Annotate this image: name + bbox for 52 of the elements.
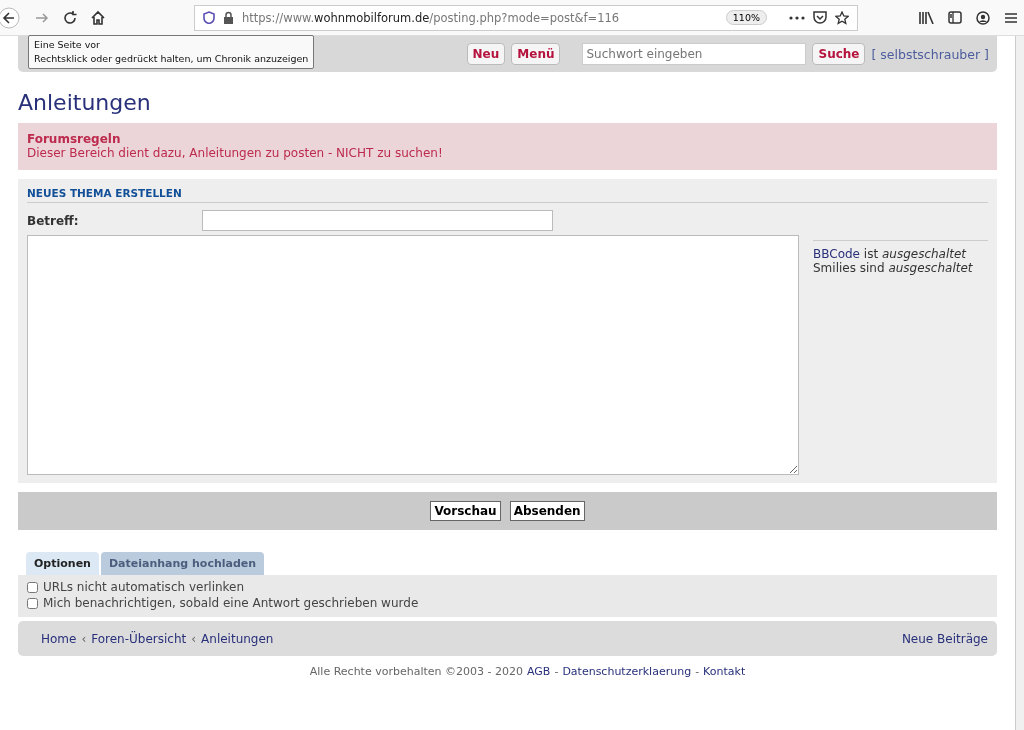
star-icon[interactable] <box>835 10 849 25</box>
footer-link[interactable]: Datenschutzerklaerung <box>562 665 692 678</box>
pocket-icon[interactable] <box>813 11 827 24</box>
library-icon[interactable] <box>919 11 934 24</box>
sidebar-icon[interactable] <box>948 11 962 24</box>
url-text: https://www.wohnmobilforum.de/posting.php?mode=post&f=116 <box>242 10 621 25</box>
tooltip-text: Rechtsklick oder gedrückt halten, um Chronik anzuzeigen <box>34 52 309 66</box>
page-title: Anleitungen <box>18 90 152 115</box>
menu-icon[interactable] <box>1004 11 1018 24</box>
format-status-text: BBCode ist ausgeschaltet <box>813 247 968 261</box>
footer-link[interactable]: Kontakt <box>703 665 746 678</box>
footer-text: Alle Rechte vorbehalten ©2003 - 2020 <box>309 665 523 678</box>
header-button[interactable]: Neu <box>466 43 506 65</box>
breadcrumb-separator: ‹ <box>191 631 197 646</box>
rules-title: Forumsregeln <box>27 132 122 146</box>
footer-link[interactable]: AGB <box>527 665 551 678</box>
checkbox[interactable] <box>27 597 38 609</box>
header-button[interactable]: Menü <box>511 43 561 65</box>
footer-text: - <box>695 665 700 678</box>
tab[interactable]: Optionen <box>26 552 99 575</box>
more-icon[interactable] <box>789 14 805 21</box>
format-status-text: Smilies sind ausgeschaltet <box>813 261 974 275</box>
form-heading: NEUES THEMA ERSTELLEN <box>27 187 988 203</box>
subject-field[interactable] <box>202 210 553 231</box>
account-icon[interactable] <box>976 10 990 25</box>
subject-label: Betreff: <box>27 213 80 228</box>
new-posts-link[interactable]: Neue Beiträge <box>901 631 988 646</box>
search-field[interactable]: Suchwort eingeben <box>582 43 807 65</box>
tooltip-text: Eine Seite vor <box>34 38 101 52</box>
shield-icon[interactable] <box>203 11 215 24</box>
scrollbar[interactable] <box>1015 36 1024 730</box>
home-icon[interactable] <box>90 9 106 26</box>
tab[interactable]: Dateianhang hochladen <box>100 552 265 575</box>
search-button[interactable]: Suche <box>812 43 866 65</box>
breadcrumb-link[interactable]: Home <box>41 631 77 646</box>
lock-icon <box>223 11 234 24</box>
option-label: Mich benachrichtigen, sobald eine Antwort geschrieben wurde <box>43 596 419 610</box>
submit-button[interactable]: Absenden <box>509 501 585 521</box>
back-icon[interactable] <box>0 6 22 29</box>
rules-text: Dieser Bereich dient dazu, Anleitungen zu posten - NICHT zu suchen! <box>27 146 444 160</box>
breadcrumb-link[interactable]: Anleitungen <box>201 631 274 646</box>
user-link[interactable]: [ selbstschrauber ] <box>871 46 989 62</box>
submit-button[interactable]: Vorschau <box>430 501 501 521</box>
breadcrumb-link[interactable]: Foren-Übersicht <box>91 631 187 646</box>
bbcode-link[interactable]: BBCode <box>813 247 860 261</box>
checkbox[interactable] <box>27 581 38 593</box>
address-bar[interactable]: https://www.wohnmobilforum.de/posting.php?mode=post&f=116 110% <box>194 4 858 31</box>
zoom-badge[interactable]: 110% <box>725 10 767 25</box>
footer-text: - <box>554 665 559 678</box>
breadcrumb-separator: ‹ <box>81 631 87 646</box>
reload-icon[interactable] <box>62 9 78 26</box>
option-label: URLs nicht automatisch verlinken <box>43 580 245 594</box>
